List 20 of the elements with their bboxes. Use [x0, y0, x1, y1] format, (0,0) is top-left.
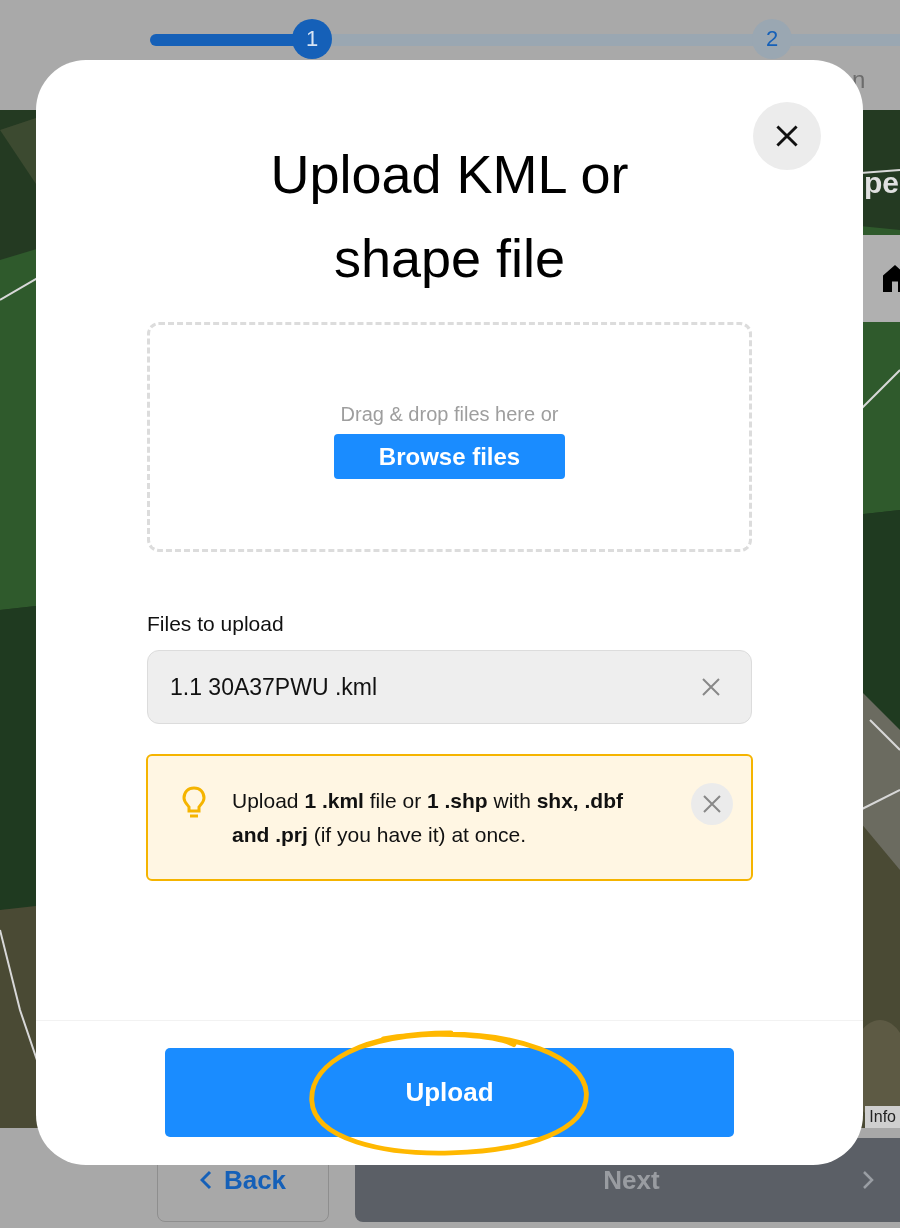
close-icon: [775, 124, 799, 148]
dismiss-tip-button[interactable]: [691, 783, 733, 825]
remove-file-button[interactable]: [701, 677, 721, 697]
file-name: 1.1 30A37PWU .kml: [170, 673, 379, 701]
dropzone[interactable]: Drag & drop files here or Browse files: [147, 322, 752, 552]
close-icon: [702, 794, 722, 814]
chevron-right-icon: [862, 1170, 874, 1190]
chevron-left-icon: [199, 1170, 212, 1190]
browse-files-button[interactable]: Browse files: [334, 434, 565, 479]
files-label: Files to upload: [147, 612, 285, 636]
upload-button[interactable]: Upload: [165, 1048, 734, 1137]
step-circle[interactable]: 1: [292, 19, 332, 59]
lightbulb-icon: [182, 786, 206, 820]
dropzone-hint: Drag & drop files here or: [340, 403, 559, 426]
map-attribution[interactable]: Info: [865, 1106, 900, 1128]
heading-text: pe: [864, 166, 899, 200]
close-icon: [701, 677, 721, 697]
modal-title: Upload KML or shape file: [269, 143, 630, 290]
step-circle[interactable]: 2: [752, 19, 792, 59]
tip-text: Upload 1 .kml file or 1 .shp with shx, .dbf and .prj (if you have it) at once.: [232, 787, 624, 848]
